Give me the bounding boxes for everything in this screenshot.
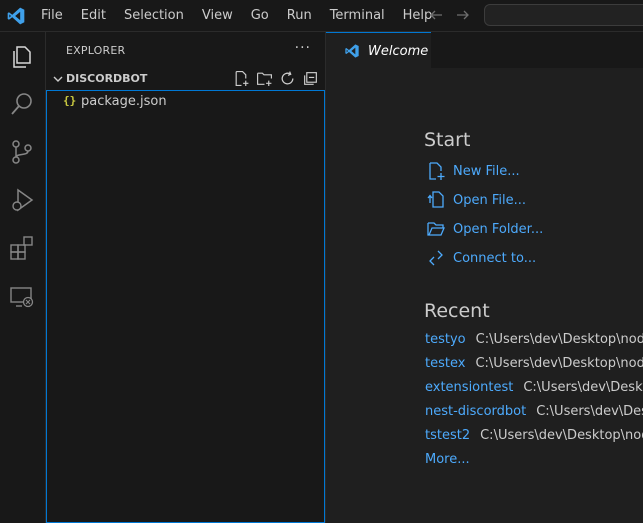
recent-item[interactable]: extensiontest C:\Users\dev\Desktop\ xyxy=(425,380,643,398)
file-name: package.json xyxy=(81,94,167,109)
explorer-icon[interactable] xyxy=(8,43,36,71)
open-file-label: Open File... xyxy=(453,193,527,208)
recent-name[interactable]: testex xyxy=(425,356,465,371)
new-file-icon xyxy=(429,162,445,180)
new-file-icon[interactable] xyxy=(233,70,250,87)
search-icon[interactable] xyxy=(8,90,36,118)
extensions-icon[interactable] xyxy=(8,234,36,262)
recent-heading: Recent xyxy=(424,300,490,322)
menu-terminal[interactable]: Terminal xyxy=(321,0,394,32)
menu-bar: File Edit Selection View Go Run Terminal… xyxy=(32,0,441,32)
tab-bar: Welcome xyxy=(326,32,643,68)
folder-section-header[interactable]: DISCORDBOT xyxy=(46,68,325,90)
explorer-sidebar: EXPLORER ··· DISCORDBOT {} package.json xyxy=(46,32,326,523)
activity-bar xyxy=(0,32,46,523)
tree-item-package-json[interactable]: {} package.json xyxy=(47,92,324,112)
recent-path: C:\Users\dev\Desktop\node_ xyxy=(480,428,643,443)
back-arrow-icon[interactable] xyxy=(428,7,444,23)
file-tree[interactable]: {} package.json xyxy=(46,90,325,523)
vscode-logo-icon xyxy=(7,7,25,25)
tab-label: Welcome xyxy=(368,44,429,59)
title-bar: File Edit Selection View Go Run Terminal… xyxy=(0,0,643,32)
new-file-label: New File... xyxy=(453,164,520,179)
recent-name[interactable]: tstest2 xyxy=(425,428,470,443)
explorer-title: EXPLORER xyxy=(66,44,126,57)
menu-edit[interactable]: Edit xyxy=(72,0,115,32)
forward-arrow-icon[interactable] xyxy=(455,7,471,23)
recent-item[interactable]: nest-discordbot C:\Users\dev\Deskt xyxy=(425,404,643,422)
menu-view[interactable]: View xyxy=(193,0,242,32)
recent-item[interactable]: testyo C:\Users\dev\Desktop\node_t xyxy=(425,332,643,350)
open-folder-icon xyxy=(427,222,445,236)
recent-path: C:\Users\dev\Desktop\node_t xyxy=(475,356,643,371)
tab-welcome[interactable]: Welcome xyxy=(326,32,431,68)
menu-run[interactable]: Run xyxy=(278,0,321,32)
vscode-logo-icon xyxy=(345,44,359,58)
recent-item[interactable]: tstest2 C:\Users\dev\Desktop\node_ xyxy=(425,428,643,446)
open-file-icon xyxy=(427,191,444,208)
json-file-icon: {} xyxy=(63,94,77,107)
refresh-icon[interactable] xyxy=(279,70,296,87)
collapse-all-icon[interactable] xyxy=(302,70,319,87)
run-debug-icon[interactable] xyxy=(8,186,36,214)
menu-selection[interactable]: Selection xyxy=(115,0,193,32)
chevron-down-icon xyxy=(53,76,63,82)
menu-file[interactable]: File xyxy=(32,0,72,32)
recent-item[interactable]: testex C:\Users\dev\Desktop\node_t xyxy=(425,356,643,374)
connect-to-label: Connect to... xyxy=(453,251,537,266)
source-control-icon[interactable] xyxy=(8,138,36,166)
recent-name[interactable]: extensiontest xyxy=(425,380,513,395)
new-folder-icon[interactable] xyxy=(256,70,273,87)
recent-name[interactable]: testyo xyxy=(425,332,466,347)
more-recent-link[interactable]: More... xyxy=(425,452,470,467)
more-actions-button[interactable]: ··· xyxy=(295,40,311,56)
open-folder-label: Open Folder... xyxy=(453,222,544,237)
remote-explorer-icon[interactable] xyxy=(8,283,36,311)
folder-actions xyxy=(233,70,319,87)
remote-connect-icon xyxy=(429,250,443,266)
recent-path: C:\Users\dev\Desktop\ xyxy=(523,380,643,395)
recent-path: C:\Users\dev\Desktop\node_t xyxy=(475,332,643,347)
command-center-search[interactable] xyxy=(484,4,643,26)
recent-path: C:\Users\dev\Deskt xyxy=(536,404,643,419)
recent-name[interactable]: nest-discordbot xyxy=(425,404,526,419)
menu-go[interactable]: Go xyxy=(242,0,278,32)
folder-name: DISCORDBOT xyxy=(66,72,148,85)
start-heading: Start xyxy=(424,129,471,151)
editor-area: Welcome Start New File... Open File... O… xyxy=(326,32,643,523)
